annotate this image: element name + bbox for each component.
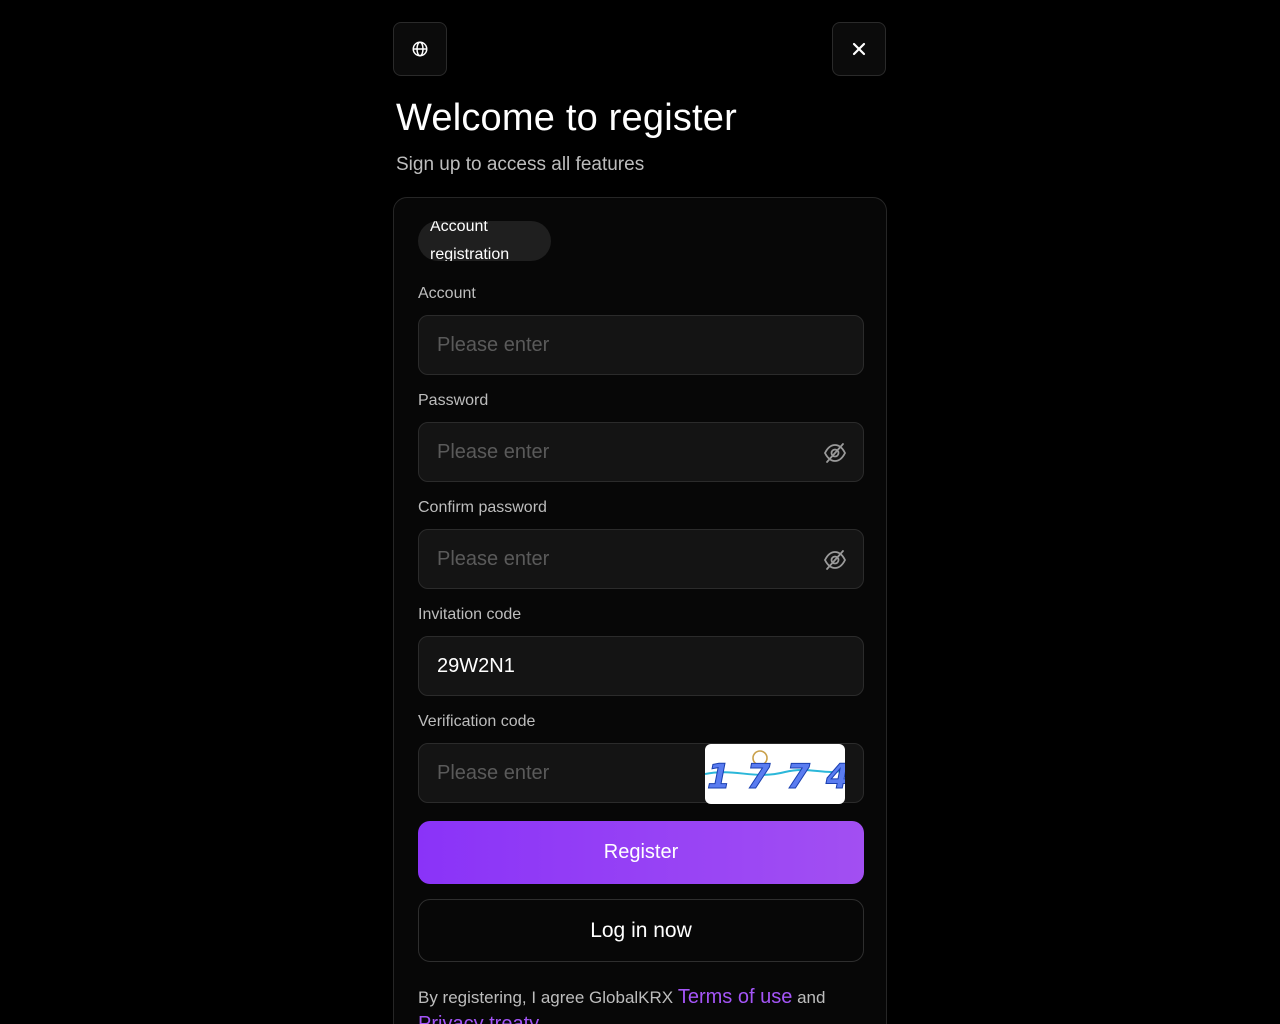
account-input[interactable] <box>419 316 863 374</box>
register-button[interactable]: Register <box>418 821 864 884</box>
invitation-code-label: Invitation code <box>418 606 522 623</box>
confirm-password-label: Confirm password <box>418 499 547 516</box>
language-button[interactable] <box>393 22 447 76</box>
agreement-text: By registering, I agree GlobalKRX Terms … <box>418 984 864 1024</box>
eye-slash-icon[interactable] <box>823 549 847 571</box>
agreement-prefix: By registering, I agree GlobalKRX <box>418 988 674 1007</box>
register-card: Account registration Account Password Co… <box>393 197 887 1024</box>
captcha-text: 1774 <box>707 757 845 797</box>
tab-account-registration[interactable]: Account registration <box>418 221 551 261</box>
tab-label: Account registration <box>430 221 510 261</box>
invitation-code-field <box>418 636 864 696</box>
globe-icon <box>412 41 428 57</box>
account-label: Account <box>418 285 476 302</box>
terms-link[interactable]: Terms of use <box>678 986 792 1008</box>
register-page: Welcome to register Sign up to access al… <box>0 0 1280 1024</box>
password-field <box>418 422 864 482</box>
close-button[interactable] <box>832 22 886 76</box>
password-input[interactable] <box>419 423 863 481</box>
confirm-password-field <box>418 529 864 589</box>
account-field <box>418 315 864 375</box>
invitation-code-input[interactable] <box>419 637 863 695</box>
login-button[interactable]: Log in now <box>418 899 864 962</box>
privacy-link[interactable]: Privacy treaty <box>418 1013 539 1024</box>
confirm-password-input[interactable] <box>419 530 863 588</box>
agreement-conjunction: and <box>797 988 826 1007</box>
eye-slash-icon[interactable] <box>823 442 847 464</box>
captcha-graphic: 1774 <box>705 750 845 798</box>
verification-code-field: 1774 <box>418 743 864 804</box>
page-title: Welcome to register <box>396 97 737 139</box>
password-label: Password <box>418 392 489 409</box>
verification-code-label: Verification code <box>418 713 536 730</box>
captcha-image[interactable]: 1774 <box>705 744 845 804</box>
page-subtitle: Sign up to access all features <box>396 154 645 175</box>
close-icon <box>852 42 866 56</box>
